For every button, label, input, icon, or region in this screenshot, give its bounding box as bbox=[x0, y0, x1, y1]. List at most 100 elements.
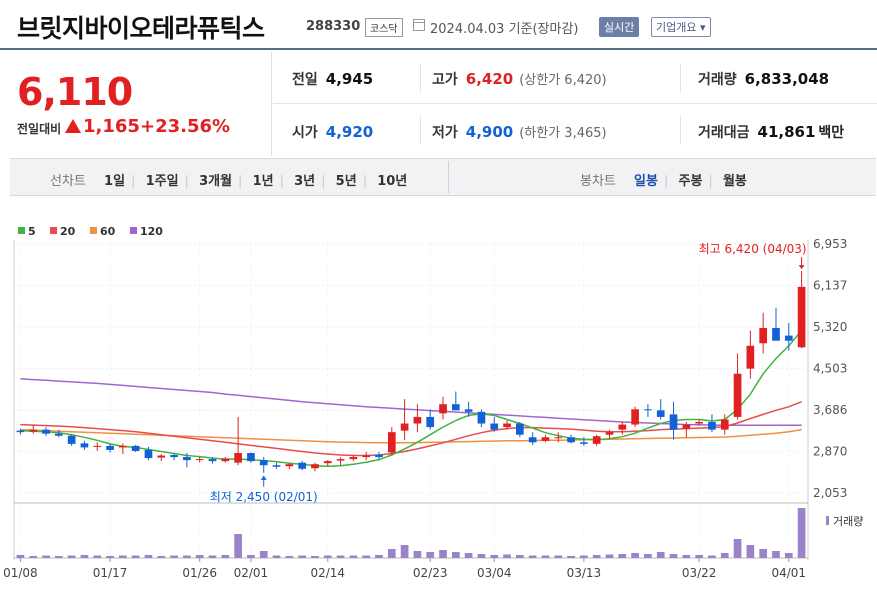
volume-bar bbox=[247, 555, 255, 558]
candle-body bbox=[618, 424, 627, 430]
legend-swatch bbox=[130, 227, 137, 234]
ma5-line bbox=[20, 330, 803, 467]
volume-bar bbox=[195, 555, 204, 558]
y-tick-label: 4,503 bbox=[813, 362, 847, 376]
x-tick-label: 03/22 bbox=[682, 566, 717, 580]
candle-body bbox=[528, 437, 537, 443]
candle-body bbox=[298, 462, 306, 469]
volume-bar bbox=[490, 555, 499, 558]
volume-bar bbox=[567, 556, 575, 558]
volume-bar bbox=[797, 508, 806, 558]
candle-body bbox=[54, 433, 63, 436]
volume-bar bbox=[784, 553, 793, 558]
candle-body bbox=[464, 409, 473, 412]
candle-body bbox=[541, 437, 550, 441]
candle-body bbox=[272, 465, 281, 467]
volume-bar bbox=[272, 555, 281, 558]
candle-body bbox=[234, 453, 242, 463]
ma120-line bbox=[20, 378, 802, 427]
min-annotation: 최저 2,450 (02/01) bbox=[210, 490, 318, 504]
volume-bar bbox=[413, 551, 422, 558]
x-tick-label: 02/23 bbox=[413, 566, 448, 580]
candle-body bbox=[195, 459, 204, 461]
legend-swatch bbox=[18, 227, 25, 234]
volume-bar bbox=[759, 549, 768, 558]
volume-bar bbox=[439, 550, 447, 558]
volume-bar bbox=[400, 545, 409, 558]
volume-bar bbox=[503, 554, 511, 558]
volume-bar bbox=[336, 555, 345, 558]
volume-bar bbox=[631, 553, 639, 558]
volume-bar bbox=[42, 555, 50, 558]
candle-body bbox=[413, 416, 422, 424]
volume-bar bbox=[144, 555, 153, 558]
legend-swatch bbox=[90, 227, 97, 234]
candle-body bbox=[797, 286, 806, 348]
volume-bar bbox=[682, 555, 691, 558]
candle-body bbox=[247, 453, 255, 462]
legend-label: 120 bbox=[140, 225, 163, 238]
volume-bar bbox=[131, 555, 140, 558]
candle-body bbox=[784, 335, 793, 341]
volume-bar bbox=[708, 555, 716, 558]
volume-bar bbox=[183, 555, 191, 558]
candle-body bbox=[285, 464, 294, 467]
candle-body bbox=[669, 414, 678, 430]
volume-bar bbox=[618, 554, 627, 558]
candle-body bbox=[656, 410, 665, 417]
volume-bar bbox=[170, 555, 178, 558]
candle-body bbox=[503, 423, 511, 428]
x-tick-label: 02/01 bbox=[234, 566, 269, 580]
y-tick-label: 2,053 bbox=[813, 486, 847, 500]
volume-bar bbox=[733, 539, 742, 558]
volume-bar bbox=[451, 552, 460, 558]
y-tick-label: 3,686 bbox=[813, 403, 847, 417]
volume-bar bbox=[375, 555, 383, 558]
legend-label: 60 bbox=[100, 225, 116, 238]
candle-body bbox=[400, 423, 409, 431]
candle-body bbox=[592, 436, 601, 444]
y-tick-label: 2,870 bbox=[813, 444, 847, 458]
volume-bar bbox=[234, 534, 242, 558]
y-tick-label: 6,953 bbox=[813, 237, 847, 251]
candle-body bbox=[490, 423, 499, 430]
volume-bar bbox=[528, 555, 537, 558]
candle-body bbox=[567, 437, 575, 443]
candle-body bbox=[682, 424, 691, 429]
candle-body bbox=[554, 437, 563, 439]
volume-label: 거래량 bbox=[833, 515, 863, 528]
volume-bar bbox=[259, 551, 268, 558]
candle-body bbox=[759, 327, 768, 344]
x-tick-label: 01/26 bbox=[182, 566, 217, 580]
candle-body bbox=[119, 445, 127, 448]
candle-body bbox=[746, 345, 755, 369]
volume-bar bbox=[157, 556, 166, 558]
x-tick-label: 01/08 bbox=[3, 566, 38, 580]
volume-bar bbox=[80, 555, 89, 558]
y-tick-label: 6,137 bbox=[813, 278, 847, 292]
candle-body bbox=[336, 459, 345, 461]
min-arrow-head bbox=[260, 475, 267, 480]
x-tick-label: 03/04 bbox=[477, 566, 512, 580]
candle-body bbox=[259, 460, 268, 466]
volume-bar bbox=[464, 553, 473, 558]
x-tick-label: 04/01 bbox=[771, 566, 806, 580]
volume-bar bbox=[119, 555, 127, 558]
legend-swatch bbox=[50, 227, 57, 234]
candle-body bbox=[170, 455, 178, 458]
volume-bar bbox=[221, 555, 230, 558]
volume-bar bbox=[54, 556, 63, 558]
candle-body bbox=[772, 327, 780, 341]
volume-bar bbox=[772, 551, 780, 558]
candle-body bbox=[580, 442, 588, 444]
volume-bar bbox=[29, 556, 38, 558]
volume-bar bbox=[298, 555, 306, 558]
volume-bar bbox=[695, 555, 703, 558]
candle-body bbox=[93, 445, 102, 447]
volume-bar bbox=[580, 555, 588, 558]
volume-bar bbox=[106, 556, 114, 558]
candle-body bbox=[67, 435, 76, 444]
volume-bar bbox=[93, 555, 102, 558]
candle-body bbox=[131, 445, 140, 451]
candle-body bbox=[144, 449, 153, 459]
